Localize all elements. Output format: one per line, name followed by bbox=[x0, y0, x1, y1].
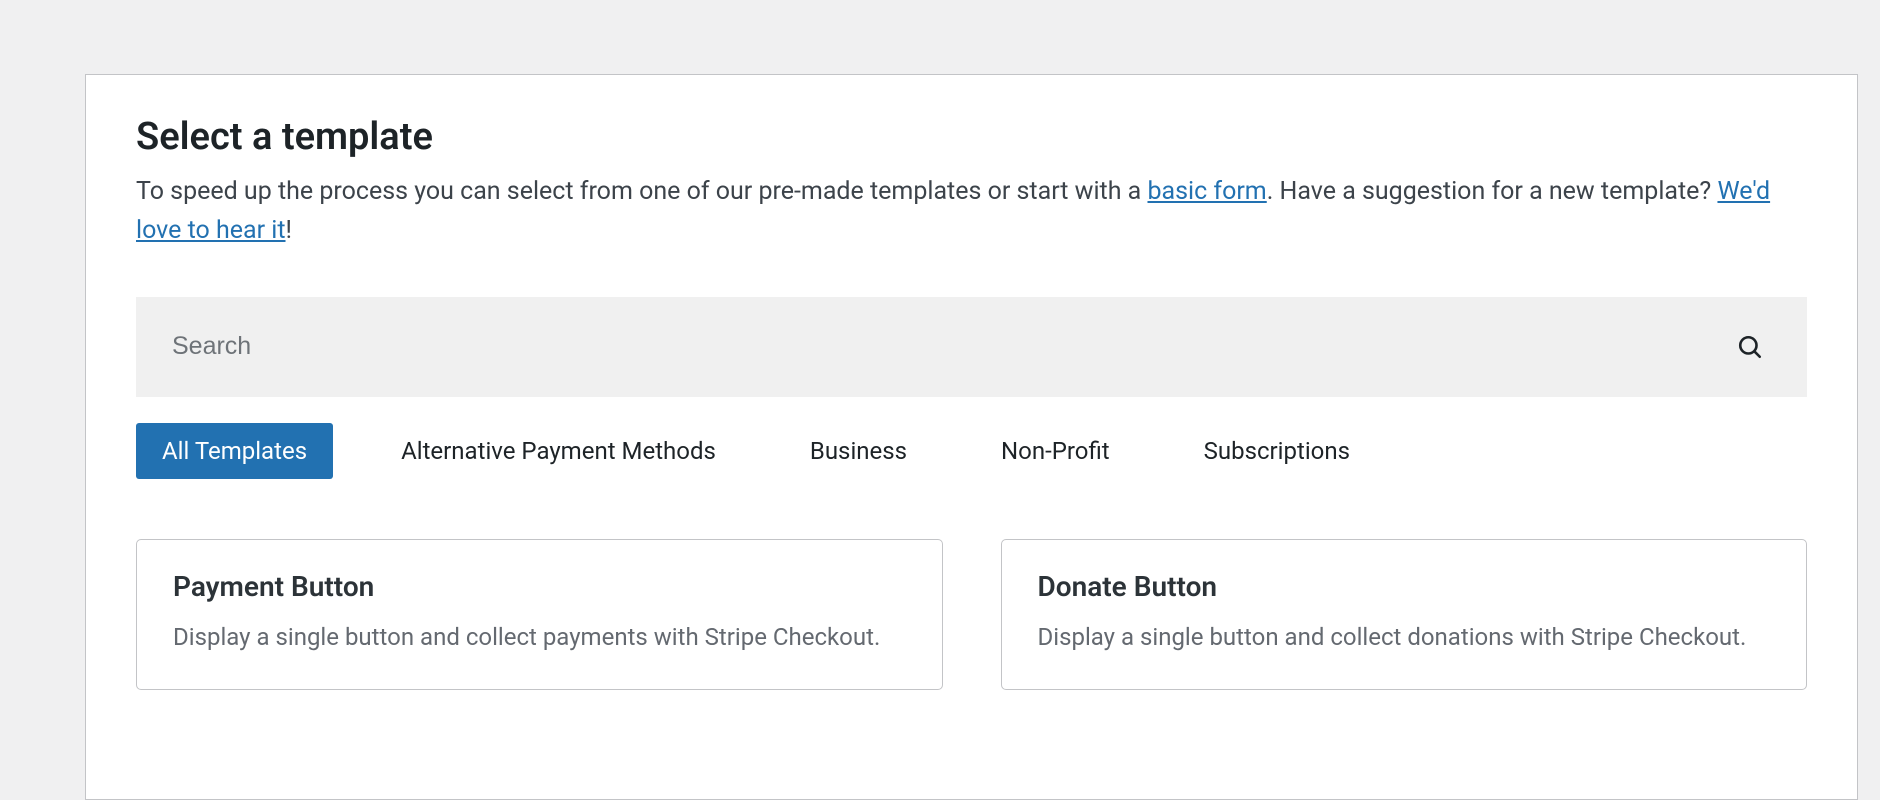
page-description: To speed up the process you can select f… bbox=[136, 173, 1807, 251]
template-card-payment-button[interactable]: Payment Button Display a single button a… bbox=[136, 539, 943, 690]
card-description: Display a single button and collect paym… bbox=[173, 619, 906, 655]
card-description: Display a single button and collect dona… bbox=[1038, 619, 1771, 655]
desc-text-1: To speed up the process you can select f… bbox=[136, 177, 1147, 206]
page-title: Select a template bbox=[136, 115, 1807, 159]
search-icon bbox=[1737, 334, 1763, 360]
search-bar bbox=[136, 297, 1807, 397]
basic-form-link[interactable]: basic form bbox=[1147, 177, 1266, 206]
template-cards: Payment Button Display a single button a… bbox=[136, 539, 1807, 690]
category-tabs: All Templates Alternative Payment Method… bbox=[136, 423, 1807, 479]
tab-business[interactable]: Business bbox=[784, 423, 933, 479]
tab-subscriptions[interactable]: Subscriptions bbox=[1178, 423, 1376, 479]
search-input[interactable] bbox=[172, 297, 1729, 397]
card-title: Donate Button bbox=[1038, 570, 1771, 603]
desc-text-2: . Have a suggestion for a new template? bbox=[1267, 177, 1718, 206]
search-button[interactable] bbox=[1729, 326, 1771, 368]
card-title: Payment Button bbox=[173, 570, 906, 603]
desc-text-3: ! bbox=[286, 216, 292, 245]
template-selector-panel: Select a template To speed up the proces… bbox=[85, 74, 1858, 800]
tab-alternative-payment-methods[interactable]: Alternative Payment Methods bbox=[375, 423, 742, 479]
tab-all-templates[interactable]: All Templates bbox=[136, 423, 333, 479]
template-card-donate-button[interactable]: Donate Button Display a single button an… bbox=[1001, 539, 1808, 690]
tab-non-profit[interactable]: Non-Profit bbox=[975, 423, 1136, 479]
